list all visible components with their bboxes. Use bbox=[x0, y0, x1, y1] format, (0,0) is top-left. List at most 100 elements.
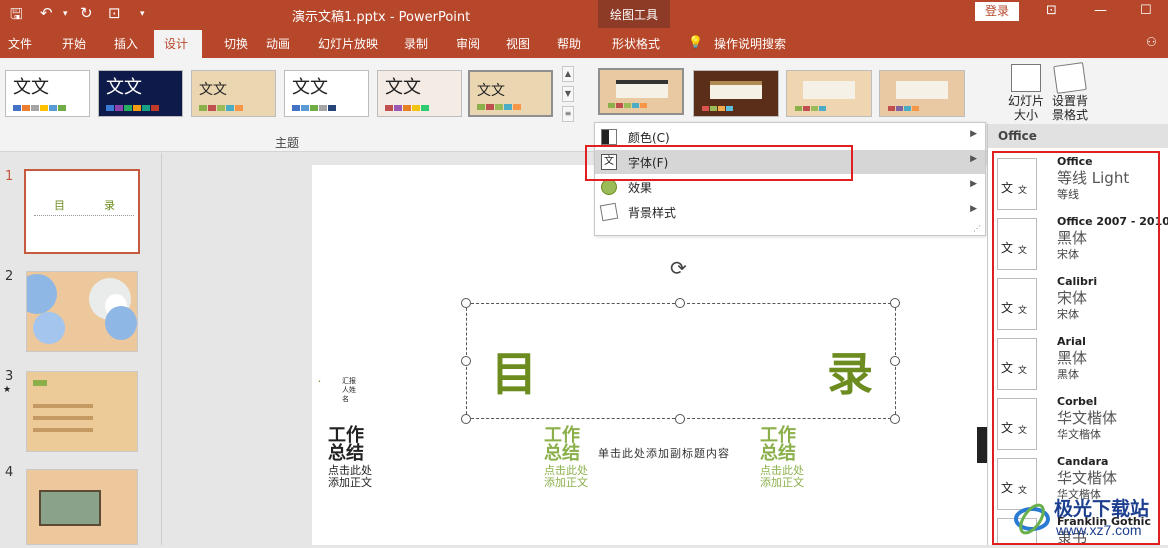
submenu-arrow-icon: ▶ bbox=[970, 129, 977, 139]
variant-2[interactable] bbox=[693, 70, 779, 117]
menu-item-label: 效果 bbox=[628, 181, 653, 195]
slide-number: 4 bbox=[5, 465, 14, 480]
undo-dropdown-icon[interactable]: ▾ bbox=[63, 9, 68, 19]
block-text: 点击此处添加正文 bbox=[328, 464, 372, 489]
tab-view[interactable]: 视图 bbox=[506, 35, 530, 52]
title-right: 录 bbox=[827, 347, 873, 401]
maximize-icon[interactable]: ☐ bbox=[1140, 3, 1152, 18]
menu-item-label: 背景样式 bbox=[628, 206, 677, 220]
save-icon[interactable]: 🖫 bbox=[10, 4, 23, 29]
slide-thumbnail-2[interactable] bbox=[26, 271, 138, 352]
resize-handle[interactable] bbox=[461, 414, 471, 424]
resize-handle[interactable] bbox=[890, 414, 900, 424]
format-background-icon bbox=[1053, 62, 1087, 94]
tab-design[interactable]: 设计 bbox=[154, 30, 202, 58]
block-text: 点击此处添加正文 bbox=[544, 464, 588, 489]
effects-icon bbox=[601, 179, 617, 195]
tab-review[interactable]: 审阅 bbox=[456, 35, 480, 52]
resize-handle[interactable] bbox=[675, 414, 685, 424]
block-edge bbox=[977, 427, 987, 463]
content-block-3[interactable]: 工作总结 点击此处添加正文 bbox=[760, 427, 820, 489]
theme-office[interactable]: 文文 bbox=[5, 70, 90, 117]
tab-shape-format[interactable]: 形状格式 bbox=[612, 35, 660, 52]
presenter-name[interactable]: 汇报人姓名 bbox=[342, 377, 358, 404]
title-textbox[interactable]: 目 录 bbox=[466, 303, 896, 419]
block-title: 工作总结 bbox=[544, 425, 580, 464]
slide-size-button[interactable]: 幻灯片大小 bbox=[1004, 64, 1048, 122]
format-background-button[interactable]: 设置背景格式 bbox=[1048, 62, 1092, 122]
slide-size-icon bbox=[1011, 64, 1041, 92]
rotate-handle-icon[interactable]: ⟳ bbox=[670, 256, 687, 280]
minimize-icon[interactable]: — bbox=[1094, 3, 1107, 18]
theme-gallery-more[interactable]: ≡ bbox=[562, 106, 574, 122]
undo-icon[interactable]: ↶ bbox=[40, 4, 53, 22]
customize-qat-icon[interactable]: ▾ bbox=[140, 9, 145, 19]
format-background-label: 设置背景格式 bbox=[1051, 94, 1088, 122]
font-gallery-header: Office bbox=[988, 124, 1168, 148]
content-block-2[interactable]: 工作总结 点击此处添加正文 bbox=[544, 427, 604, 489]
share-icon[interactable]: ⚇ bbox=[1146, 35, 1157, 49]
animation-star-icon: ★ bbox=[3, 385, 12, 395]
present-icon[interactable]: ⊡ bbox=[108, 4, 121, 22]
slide-number: 1 bbox=[5, 169, 14, 184]
slide-thumbnail-3[interactable] bbox=[26, 371, 138, 452]
resize-handle[interactable] bbox=[461, 356, 471, 366]
slide-thumbnail-pane: 1 目 录 2 3 ★ 4 bbox=[0, 153, 162, 545]
variant-3[interactable] bbox=[786, 70, 872, 117]
resize-handle[interactable] bbox=[890, 298, 900, 308]
theme-preview-text: 文文 bbox=[477, 83, 505, 99]
theme-wood-selected[interactable]: 文文 bbox=[468, 70, 553, 117]
tab-home[interactable]: 开始 bbox=[62, 35, 86, 52]
theme-scroll-down[interactable]: ▼ bbox=[562, 86, 574, 102]
slide-thumbnail-4[interactable] bbox=[26, 469, 138, 545]
theme-preview-text: 文文 bbox=[13, 77, 49, 98]
block-title: 工作总结 bbox=[760, 425, 796, 464]
theme-scroll-up[interactable]: ▲ bbox=[562, 66, 574, 82]
theme-rose[interactable]: 文文 bbox=[377, 70, 462, 117]
menu-item-background-styles[interactable]: 背景样式 ▶ bbox=[595, 200, 985, 224]
highlight-font-list bbox=[992, 151, 1160, 545]
theme-preview-text: 文文 bbox=[292, 77, 328, 98]
theme-wood[interactable]: 文文 bbox=[191, 70, 276, 117]
theme-dark-blue[interactable]: 文文 bbox=[98, 70, 183, 117]
tab-record[interactable]: 录制 bbox=[404, 35, 428, 52]
highlight-fonts bbox=[585, 145, 853, 181]
font-gallery-title: Office bbox=[998, 129, 1037, 143]
variant-1[interactable] bbox=[598, 68, 684, 115]
content-block-1[interactable]: 工作总结 点击此处添加正文 bbox=[328, 427, 388, 489]
title-bar: 🖫 ↶ ▾ ↻ ⊡ ▾ 演示文稿1.pptx - PowerPoint 登录 ⊡… bbox=[0, 0, 1168, 28]
tab-file[interactable]: 文件 bbox=[8, 35, 32, 52]
ribbon-display-icon[interactable]: ⊡ bbox=[1046, 3, 1057, 18]
submenu-arrow-icon: ▶ bbox=[970, 179, 977, 189]
tab-insert[interactable]: 插入 bbox=[114, 35, 138, 52]
subtitle-placeholder[interactable]: 单击此处添加副标题内容 bbox=[598, 445, 730, 461]
redo-icon[interactable]: ↻ bbox=[80, 4, 93, 22]
tell-me-search[interactable]: 操作说明搜索 bbox=[714, 35, 786, 52]
slide-number: 2 bbox=[5, 269, 14, 284]
themes-group-label: 主题 bbox=[275, 136, 300, 150]
context-tool-label: 绘图工具 bbox=[610, 8, 659, 22]
block-title: 工作总结 bbox=[328, 425, 364, 464]
resize-grip-icon[interactable]: ⋰ bbox=[973, 224, 981, 233]
tab-transitions[interactable]: 切换 bbox=[224, 35, 248, 52]
resize-handle[interactable] bbox=[890, 356, 900, 366]
block-text: 点击此处添加正文 bbox=[760, 464, 804, 489]
tab-help[interactable]: 帮助 bbox=[557, 35, 581, 52]
theme-plain[interactable]: 文文 bbox=[284, 70, 369, 117]
menu-item-label: 颜色(C) bbox=[628, 131, 670, 145]
slide-dot: • bbox=[318, 379, 321, 385]
variant-4[interactable] bbox=[879, 70, 965, 117]
window-title: 演示文稿1.pptx - PowerPoint bbox=[292, 10, 471, 25]
background-style-icon bbox=[599, 202, 619, 222]
login-button[interactable]: 登录 bbox=[975, 2, 1019, 21]
color-palette-icon bbox=[601, 129, 617, 145]
tab-animations[interactable]: 动画 bbox=[266, 35, 290, 52]
resize-handle[interactable] bbox=[675, 298, 685, 308]
slide-thumbnail-1[interactable]: 目 录 bbox=[24, 169, 140, 254]
tab-slideshow[interactable]: 幻灯片放映 bbox=[318, 35, 378, 52]
theme-preview-text: 文文 bbox=[106, 77, 142, 98]
watermark-logo: 极光下载站 www.xz7.com bbox=[1010, 493, 1168, 545]
resize-handle[interactable] bbox=[461, 298, 471, 308]
theme-preview-text: 文文 bbox=[199, 82, 227, 98]
lightbulb-icon: 💡 bbox=[688, 35, 703, 49]
